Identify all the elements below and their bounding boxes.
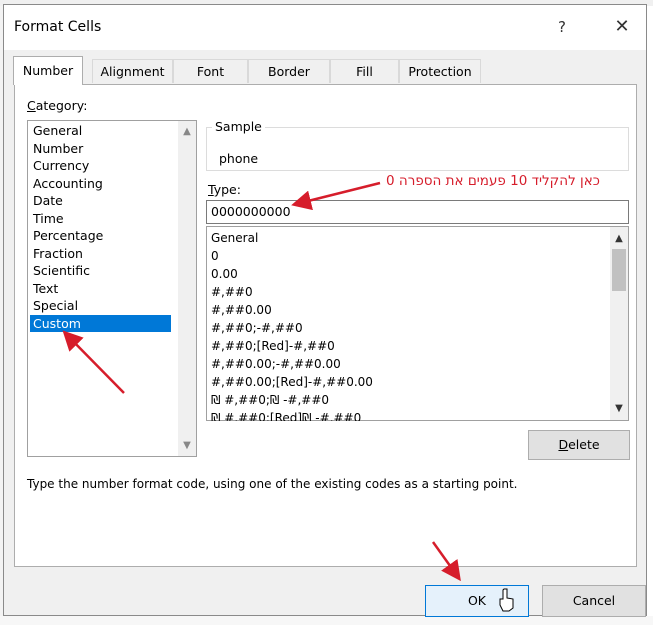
format-item[interactable]: ₪ #,##0;₪ -#,##0: [211, 392, 329, 409]
chevron-up-icon[interactable]: ▲: [178, 123, 196, 140]
tab-alignment[interactable]: Alignment: [92, 59, 173, 83]
delete-button[interactable]: Delete: [528, 430, 630, 460]
chevron-down-icon[interactable]: ▼: [178, 437, 196, 454]
format-item[interactable]: #,##0;-#,##0: [211, 320, 303, 337]
format-item[interactable]: #,##0;[Red]-#,##0: [211, 338, 335, 355]
number-tab-panel: Category: General Number Currency Accoun…: [14, 84, 637, 567]
category-scrollbar[interactable]: ▲ ▼: [178, 121, 196, 456]
format-item[interactable]: 0.00: [211, 266, 238, 283]
category-item-date[interactable]: Date: [30, 192, 171, 209]
category-item-time[interactable]: Time: [30, 210, 171, 227]
sample-frame: [206, 127, 629, 171]
tab-fill[interactable]: Fill: [330, 59, 399, 83]
format-item[interactable]: #,##0.00: [211, 302, 272, 319]
category-item-percentage[interactable]: Percentage: [30, 227, 171, 244]
chevron-down-icon[interactable]: ▼: [610, 400, 628, 417]
type-label-rest: ype:: [213, 182, 241, 197]
format-item[interactable]: ₪ #,##0;[Red]₪ -#,##0: [211, 410, 361, 421]
sample-title: Sample: [212, 119, 265, 134]
format-scrollbar[interactable]: ▲ ▼: [610, 227, 628, 420]
category-label-rest: ategory:: [35, 98, 88, 113]
title-bar: Format Cells ? ✕: [4, 5, 646, 50]
category-item-accounting[interactable]: Accounting: [30, 175, 171, 192]
help-button[interactable]: ?: [550, 15, 574, 39]
category-item-special[interactable]: Special: [30, 297, 171, 314]
format-item[interactable]: #,##0: [211, 284, 253, 301]
scroll-thumb[interactable]: [612, 249, 626, 291]
close-button[interactable]: ✕: [610, 15, 634, 39]
mouse-pointer-icon: [499, 588, 514, 612]
category-item-number[interactable]: Number: [30, 140, 171, 157]
format-item[interactable]: General: [211, 230, 258, 247]
type-input[interactable]: 0000000000: [206, 200, 629, 224]
format-item[interactable]: #,##0.00;[Red]-#,##0.00: [211, 374, 373, 391]
delete-accesskey: D: [558, 437, 569, 452]
format-description: Type the number format code, using one o…: [27, 477, 518, 491]
category-item-general[interactable]: General: [30, 122, 171, 139]
format-code-list[interactable]: General 0 0.00 #,##0 #,##0.00 #,##0;-#,#…: [206, 226, 629, 421]
type-label: Type:: [208, 182, 241, 197]
category-item-custom[interactable]: Custom: [30, 314, 171, 332]
format-cells-dialog: Format Cells ? ✕ Number Alignment Font B…: [3, 4, 647, 617]
chevron-up-icon[interactable]: ▲: [610, 230, 628, 247]
annotation-text: כאן להקליד 10 פעמים את הספרה 0: [386, 173, 600, 189]
category-label-accesskey: C: [27, 98, 36, 113]
category-item-fraction[interactable]: Fraction: [30, 245, 171, 262]
cancel-button[interactable]: Cancel: [542, 585, 646, 617]
format-item[interactable]: 0: [211, 248, 219, 265]
spreadsheet-bottom-edge: [0, 616, 653, 625]
sample-value: phone: [219, 151, 259, 166]
tab-protection[interactable]: Protection: [399, 59, 481, 83]
tab-border[interactable]: Border: [248, 59, 330, 83]
category-list[interactable]: General Number Currency Accounting Date …: [27, 120, 197, 457]
delete-label-rest: elete: [568, 437, 600, 452]
category-item-scientific[interactable]: Scientific: [30, 262, 171, 279]
category-item-text[interactable]: Text: [30, 280, 171, 297]
dialog-title: Format Cells: [14, 19, 102, 35]
format-item[interactable]: #,##0.00;-#,##0.00: [211, 356, 341, 373]
tab-number[interactable]: Number: [13, 56, 83, 85]
category-label: Category:: [27, 98, 87, 113]
category-item-currency[interactable]: Currency: [30, 157, 171, 174]
tab-font[interactable]: Font: [173, 59, 248, 83]
